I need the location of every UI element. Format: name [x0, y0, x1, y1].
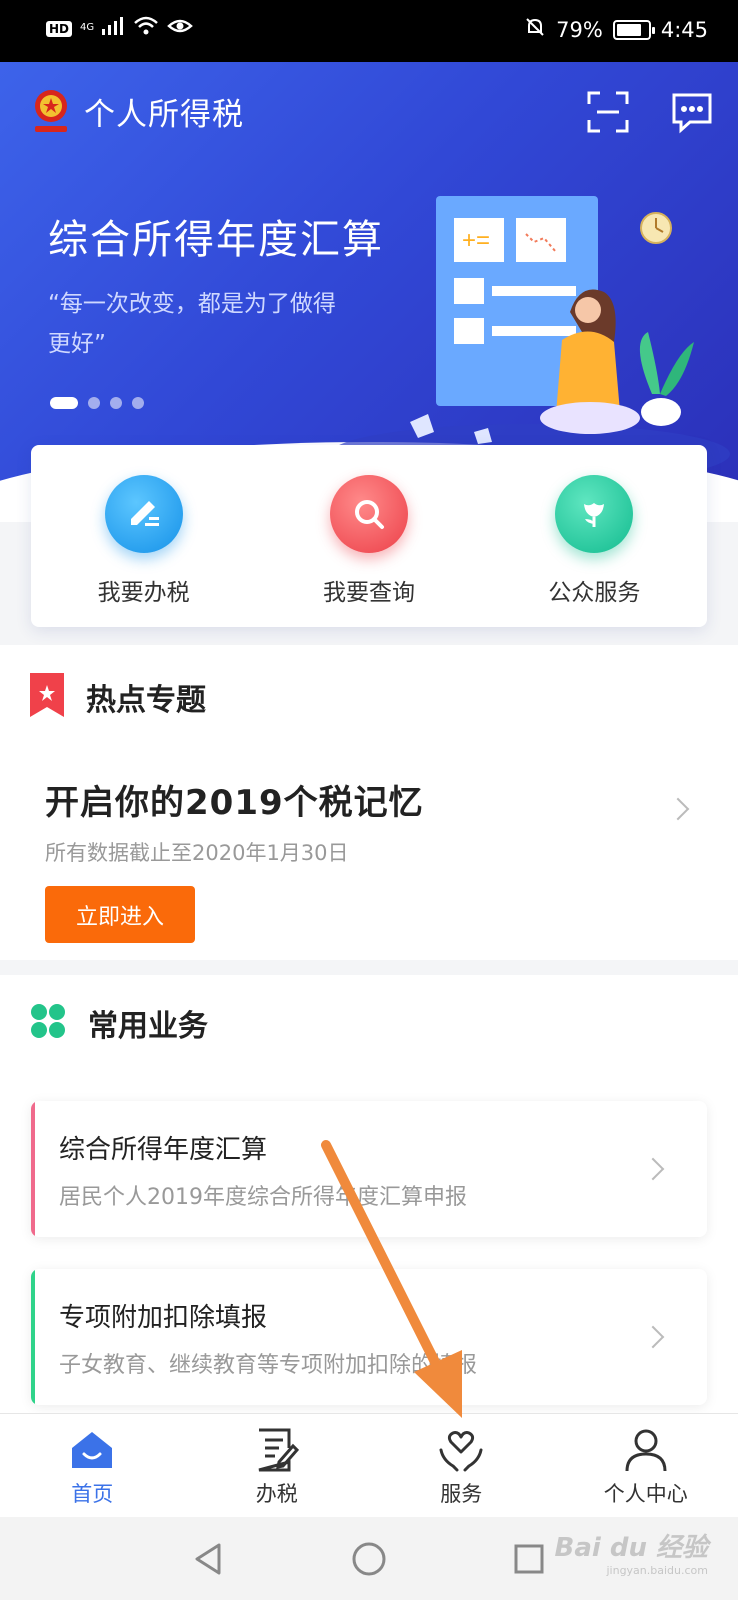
- clock: 4:45: [660, 17, 708, 42]
- pen-icon: [104, 475, 183, 553]
- app-title: 个人所得税: [84, 96, 244, 133]
- chevron-right-icon: [641, 1157, 665, 1181]
- business-item-subtitle: 子女教育、继续教育等专项附加扣除的填报: [59, 1353, 478, 1378]
- header-actions: [586, 90, 714, 134]
- tab-service[interactable]: 服务: [369, 1414, 554, 1517]
- enter-now-button[interactable]: 立即进入: [45, 886, 195, 943]
- signal-icon: 4G: [80, 16, 124, 41]
- message-icon[interactable]: [670, 90, 714, 134]
- section-title: 常用业务: [88, 1009, 208, 1044]
- tab-label: 办税: [255, 1482, 298, 1506]
- accent-bar: [31, 1269, 35, 1405]
- hot-topic-subtitle: 所有数据截止至2020年1月30日: [45, 841, 349, 865]
- svg-text:+=: +=: [462, 227, 490, 254]
- chevron-right-icon: [641, 1325, 665, 1349]
- network-type: 4G: [80, 22, 95, 33]
- status-right: 79% 4:45: [524, 16, 708, 43]
- carousel-dot[interactable]: [50, 397, 78, 409]
- carousel-dot[interactable]: [88, 397, 100, 409]
- person-icon: [625, 1429, 667, 1472]
- tax-emblem-logo: [30, 86, 70, 136]
- baidu-jingyan-watermark: Bai du 经验 jingyan.baidu.com: [555, 1527, 709, 1577]
- carousel-dot[interactable]: [110, 397, 122, 409]
- bottom-tab-bar: 首页 办税 服务 个人中心: [0, 1413, 738, 1517]
- accent-bar: [31, 1101, 35, 1237]
- battery-percent: 79%: [556, 17, 603, 42]
- form-icon: [258, 1428, 299, 1472]
- carousel-dot[interactable]: [132, 397, 144, 409]
- quick-action-label: 公众服务: [548, 580, 641, 606]
- watermark-url: jingyan.baidu.com: [606, 1564, 708, 1577]
- hot-topic-title[interactable]: 开启你的2019个税记忆: [45, 775, 424, 824]
- search-icon: [329, 475, 408, 553]
- chevron-right-icon[interactable]: [666, 797, 690, 821]
- business-item-special-deduction[interactable]: 专项附加扣除填报 子女教育、继续教育等专项附加扣除的填报: [31, 1269, 707, 1405]
- common-business-section: 常用业务 综合所得年度汇算 居民个人2019年度综合所得年度汇算申报 专项附加扣…: [0, 975, 738, 1415]
- grid-clover-icon: [30, 1003, 66, 1043]
- bookmark-star-icon: [30, 673, 64, 721]
- home-icon: [72, 1432, 113, 1468]
- business-item-subtitle: 居民个人2019年度综合所得年度汇算申报: [59, 1185, 467, 1210]
- quick-actions-card: 我要办税 我要查询 公众服务: [31, 445, 707, 627]
- app-header: 个人所得税: [30, 86, 244, 136]
- wifi-icon: [133, 16, 159, 41]
- banner-subtitle: “每一次改变，都是为了做得更好”: [48, 291, 336, 357]
- heart-hands-icon: [439, 1431, 483, 1472]
- hot-topics-header: 热点专题: [30, 673, 206, 721]
- tab-home[interactable]: 首页: [0, 1414, 185, 1517]
- quick-action-label: 我要查询: [322, 580, 415, 606]
- status-left: HD 4G: [46, 16, 193, 41]
- bell-muted-icon: [524, 16, 546, 43]
- eye-icon: [166, 16, 193, 41]
- business-item-title: 专项附加扣除填报: [59, 1303, 268, 1333]
- carousel-dots[interactable]: [50, 397, 144, 409]
- quick-action-query[interactable]: 我要查询: [256, 445, 481, 627]
- tab-label: 个人中心: [603, 1482, 688, 1506]
- hot-topics-section: 热点专题 开启你的2019个税记忆 所有数据截止至2020年1月30日 立即进入: [0, 645, 738, 960]
- status-bar: HD 4G 79% 4:45: [0, 0, 738, 62]
- battery-icon: [612, 19, 655, 40]
- watermark-brand: Bai du 经验: [554, 1533, 709, 1563]
- tulip-icon: [555, 475, 634, 553]
- quick-action-label: 我要办税: [97, 580, 190, 606]
- home-circle-icon[interactable]: [349, 1539, 389, 1579]
- quick-action-public-service[interactable]: 公众服务: [482, 445, 707, 627]
- recents-square-icon[interactable]: [509, 1539, 549, 1579]
- banner-illustration: +=: [330, 182, 738, 484]
- business-item-title: 综合所得年度汇算: [59, 1135, 268, 1165]
- tab-personal-center[interactable]: 个人中心: [554, 1414, 738, 1517]
- business-item-annual-settlement[interactable]: 综合所得年度汇算 居民个人2019年度综合所得年度汇算申报: [31, 1101, 707, 1237]
- back-triangle-icon[interactable]: [189, 1539, 229, 1579]
- tab-label: 服务: [440, 1482, 483, 1506]
- tab-file-tax[interactable]: 办税: [185, 1414, 370, 1517]
- scan-icon[interactable]: [586, 90, 630, 134]
- section-title: 热点专题: [86, 683, 206, 718]
- battery-fill: [616, 23, 641, 36]
- quick-action-file-tax[interactable]: 我要办税: [31, 445, 256, 627]
- hd-badge: HD: [46, 20, 73, 37]
- tab-label: 首页: [71, 1482, 114, 1506]
- common-business-header: 常用业务: [30, 1001, 208, 1045]
